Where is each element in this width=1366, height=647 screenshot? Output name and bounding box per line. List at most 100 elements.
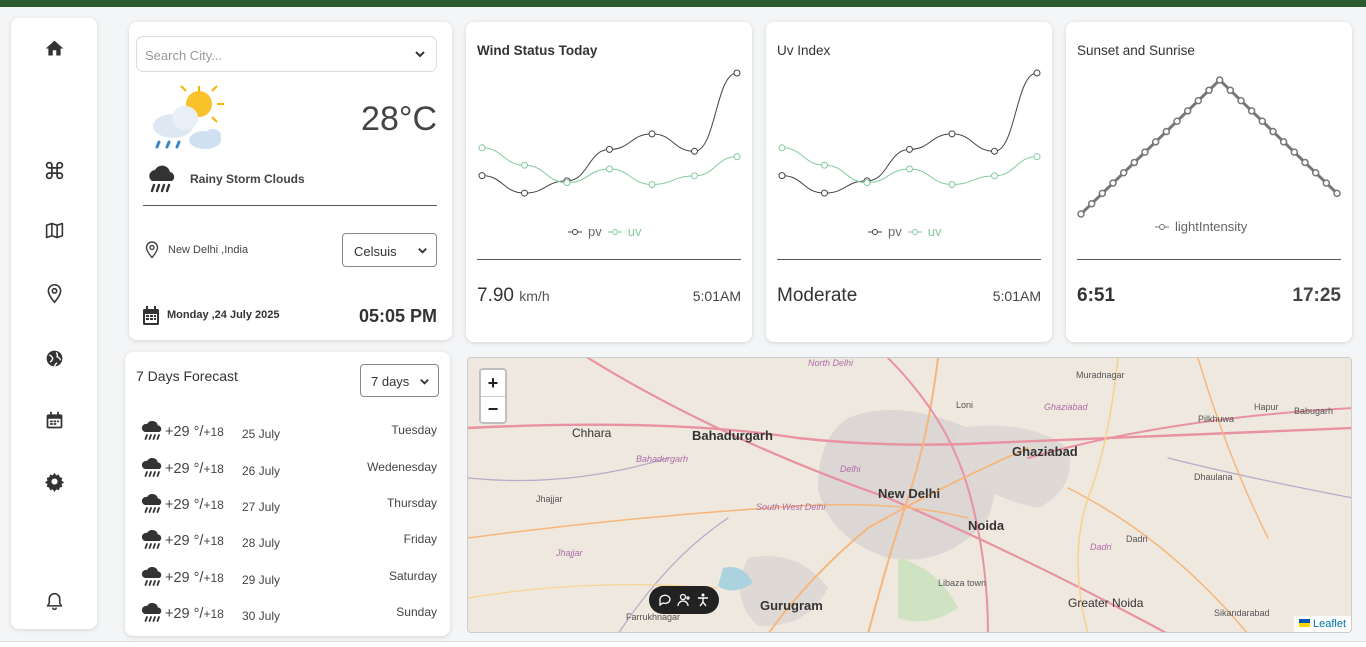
map[interactable]: + − North Delhi Muradnagar Chhara Bahadurga… [467,357,1352,633]
data-point-lightIntensity-17 [1258,117,1267,125]
map-place-label: Babugarh [1294,406,1334,416]
wind-unit: km/h [519,288,550,304]
wind-legend: pv uv [568,224,641,239]
forecast-low: +18 [203,571,224,585]
map-place-label: Chhara [572,426,612,440]
legend-marker-uv [907,228,922,235]
leaflet-link[interactable]: Leaflet [1313,618,1346,630]
map-place-label: New Delhi [878,486,941,501]
forecast-high: +29 °/ [165,606,204,622]
data-point-lightIntensity-1 [1087,199,1096,208]
forecast-high: +29 °/ [165,424,204,440]
forecast-high: +29 °/ [165,533,204,549]
legend-uv: uv [927,224,942,239]
forecast-row: +29 °/+18 26 July Wedenesday [141,458,437,480]
map-place-label: Libaza town [938,578,987,588]
map-icon[interactable] [42,218,66,242]
forecast-high: +29 °/ [165,461,204,477]
search-placeholder: Search City... [145,48,223,63]
map-place-label: Ghaziabad [1044,402,1088,412]
forecast-day: Tuesday [391,423,437,437]
data-point-uv-5 [991,172,998,180]
forecast-high: +29 °/ [165,497,204,513]
days-select[interactable]: 7 days [360,364,439,397]
wind-speed: 7.90 [477,285,514,306]
sun-cloud-rain-icon [153,85,224,149]
home-icon[interactable] [42,36,66,60]
data-point-lightIntensity-4 [1119,169,1128,177]
legend-marker-uv [607,228,622,235]
data-point-lightIntensity-13 [1215,76,1224,84]
forecast-low: +18 [203,462,224,476]
map-place-label: North Delhi [808,358,854,368]
data-point-uv-0 [778,144,786,152]
wind-status-card: Wind Status Today pv uv 7.90 km/h 5:01AM [466,22,752,342]
forecast-title: 7 Days Forecast [136,368,238,384]
globe-icon[interactable] [42,346,66,370]
settings-icon[interactable] [42,469,66,493]
floating-toolbar [649,586,719,614]
bell-icon[interactable] [42,589,66,613]
sunrise-time: 6:51 [1077,285,1116,306]
temperature: 28°C [361,100,437,138]
legend-marker-light [1155,223,1169,230]
map-place-label: Loni [956,400,974,410]
comment-icon[interactable] [658,593,672,607]
divider [1077,259,1341,260]
forecast-day: Wedenesday [367,460,437,474]
zoom-out-button[interactable]: − [481,396,505,422]
map-place-label: Delhi [840,464,861,474]
forecast-date: 25 July [242,427,281,441]
forecast-temp: +29 °/+18 [165,606,224,622]
map-place-label: Jhajjar [536,494,563,504]
forecast-date: 29 July [242,573,281,587]
forecast-row: +29 °/+18 27 July Thursday [141,494,437,516]
divider [477,259,741,260]
forecast-date: 27 July [242,500,281,514]
uv-chart [778,69,1041,197]
map-place-label: Bahadurgarh [692,428,773,443]
data-point-pv-0 [478,172,486,180]
add-user-icon[interactable] [677,593,691,607]
storm-cloud-icon [141,530,162,549]
wind-time: 5:01AM [692,288,741,304]
data-point-lightIntensity-21 [1301,158,1309,167]
data-point-pv-6 [1033,69,1041,77]
data-point-lightIntensity-12 [1205,86,1213,95]
forecast-high: +29 °/ [165,570,204,586]
data-point-lightIntensity-14 [1226,86,1235,95]
accessibility-icon[interactable] [696,593,710,607]
unit-value: Celsuis [354,244,397,259]
bottom-strip [0,641,1366,647]
forecast-low: +18 [203,425,224,439]
map-attribution[interactable]: Leaflet [1293,616,1351,632]
storm-cloud-icon [149,165,175,193]
current-weather-card: Search City... 28°C Rainy Storm Clouds N… [129,22,452,340]
forecast-card: 7 Days Forecast 7 days +29 °/+18 25 July T… [125,352,450,636]
data-point-lightIntensity-19 [1279,138,1288,146]
zoom-in-button[interactable]: + [481,370,505,396]
location-pin-icon [145,241,159,259]
city-search-input[interactable]: Search City... [136,36,437,72]
legend-uv: uv [627,224,642,239]
data-point-lightIntensity-15 [1237,96,1245,105]
data-point-lightIntensity-11 [1194,96,1203,105]
command-icon[interactable] [42,158,66,182]
data-point-lightIntensity-0 [1077,210,1085,218]
calendar-icon[interactable] [42,408,66,432]
forecast-low: +18 [203,498,224,512]
data-point-pv-6 [733,69,741,77]
data-point-pv-5 [691,147,698,155]
map-place-label: Pilkhuwa [1198,414,1235,424]
forecast-row: +29 °/+18 30 July Sunday [141,603,437,625]
data-point-uv-3 [906,165,913,173]
unit-select[interactable]: Celsuis [342,233,437,267]
map-place-label: South West Delhi [756,502,826,512]
map-place-label: Gurugram [760,598,823,613]
data-point-lightIntensity-16 [1247,107,1256,115]
map-place-label: Dadri [1090,542,1112,552]
location-pin-icon[interactable] [42,281,66,305]
forecast-row: +29 °/+18 25 July Tuesday [141,421,437,443]
zoom-control: + − [479,368,507,424]
data-point-uv-5 [691,172,698,180]
